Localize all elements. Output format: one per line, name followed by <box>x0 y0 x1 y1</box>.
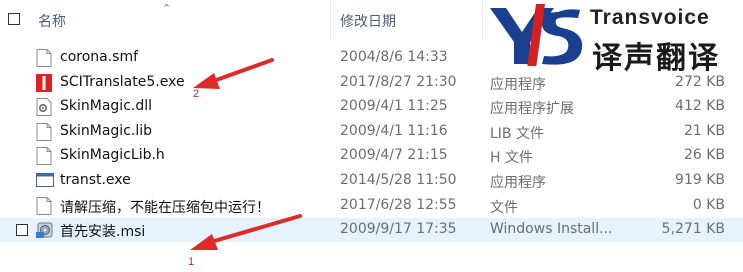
transvoice-logo: Transvoice 译声翻译 <box>486 2 743 76</box>
exe-window-icon <box>36 172 54 190</box>
file-type: 应用程序扩展 <box>490 101 574 118</box>
file-row[interactable]: transt.exe 2014/5/28 11:50 应用程序 919 KB <box>0 169 743 193</box>
column-divider[interactable] <box>482 0 483 40</box>
file-icon <box>36 196 52 215</box>
file-size: 21 KB <box>683 122 725 139</box>
row-checkbox[interactable] <box>16 224 28 237</box>
ys-logo-mark-icon <box>490 4 583 66</box>
file-name: SkinMagic.lib <box>60 122 153 139</box>
file-name: SkinMagic.dll <box>60 98 153 115</box>
file-date: 2017/8/27 21:30 <box>340 73 457 90</box>
file-size: 26 KB <box>683 147 725 164</box>
annotation-label-2: 2 <box>193 88 200 100</box>
file-type: Windows Install... <box>490 221 613 238</box>
msi-installer-icon <box>36 221 53 239</box>
file-row[interactable]: SkinMagic.lib 2009/4/1 11:16 LIB 文件 21 KB <box>0 120 743 144</box>
file-name: 请解压缩，不能在压缩包中运行！ <box>60 199 270 216</box>
file-date: 2017/6/28 12:55 <box>340 196 457 213</box>
column-divider[interactable] <box>330 0 331 40</box>
annotation-label-1: 1 <box>188 256 195 268</box>
file-type: LIB 文件 <box>490 125 544 142</box>
file-type: 应用程序 <box>490 76 546 93</box>
file-row[interactable]: SkinMagic.dll 2009/4/1 11:25 应用程序扩展 412 KB <box>0 95 743 119</box>
file-type: 文件 <box>490 199 518 216</box>
file-icon <box>36 49 52 67</box>
file-date: 2009/4/1 11:16 <box>340 122 448 139</box>
file-size: 5,271 KB <box>661 221 725 238</box>
sort-up-icon: ⌃ <box>162 2 172 15</box>
logo-text-cn: 译声翻译 <box>592 41 720 76</box>
file-date: 2009/4/7 21:15 <box>340 147 448 164</box>
file-date: 2014/5/28 11:50 <box>340 172 457 188</box>
file-name: corona.smf <box>60 49 139 65</box>
file-row[interactable]: SkinMagicLib.h 2009/4/7 21:15 H 文件 26 KB <box>0 144 743 168</box>
file-date: 2009/4/1 11:25 <box>340 98 448 115</box>
column-date-header[interactable]: 修改日期 <box>340 11 396 31</box>
file-row[interactable]: 请解压缩，不能在压缩包中运行！ 2017/6/28 12:55 文件 0 KB <box>0 194 743 218</box>
file-size: 919 KB <box>675 172 725 188</box>
select-all-checkbox[interactable] <box>8 13 20 25</box>
file-type: 应用程序 <box>490 175 546 191</box>
file-name: SkinMagicLib.h <box>60 147 165 164</box>
dll-gear-icon <box>36 98 52 117</box>
file-date: 2004/8/6 14:33 <box>340 49 448 65</box>
file-type: H 文件 <box>490 150 533 167</box>
file-date: 2009/9/17 17:35 <box>340 221 457 238</box>
file-name: SCITranslate5.exe <box>60 73 185 90</box>
file-icon <box>36 122 52 141</box>
file-row[interactable]: 首先安装.msi 2009/9/17 17:35 Windows Install..… <box>0 218 743 243</box>
file-size: 0 KB <box>692 196 725 213</box>
file-name: transt.exe <box>60 172 131 188</box>
file-size: 412 KB <box>675 98 725 115</box>
file-icon <box>36 147 52 166</box>
logo-text-en: Transvoice <box>590 6 710 29</box>
column-name-header[interactable]: 名称 <box>38 11 66 31</box>
file-name: 首先安装.msi <box>60 224 146 241</box>
red-app-icon <box>36 73 52 92</box>
